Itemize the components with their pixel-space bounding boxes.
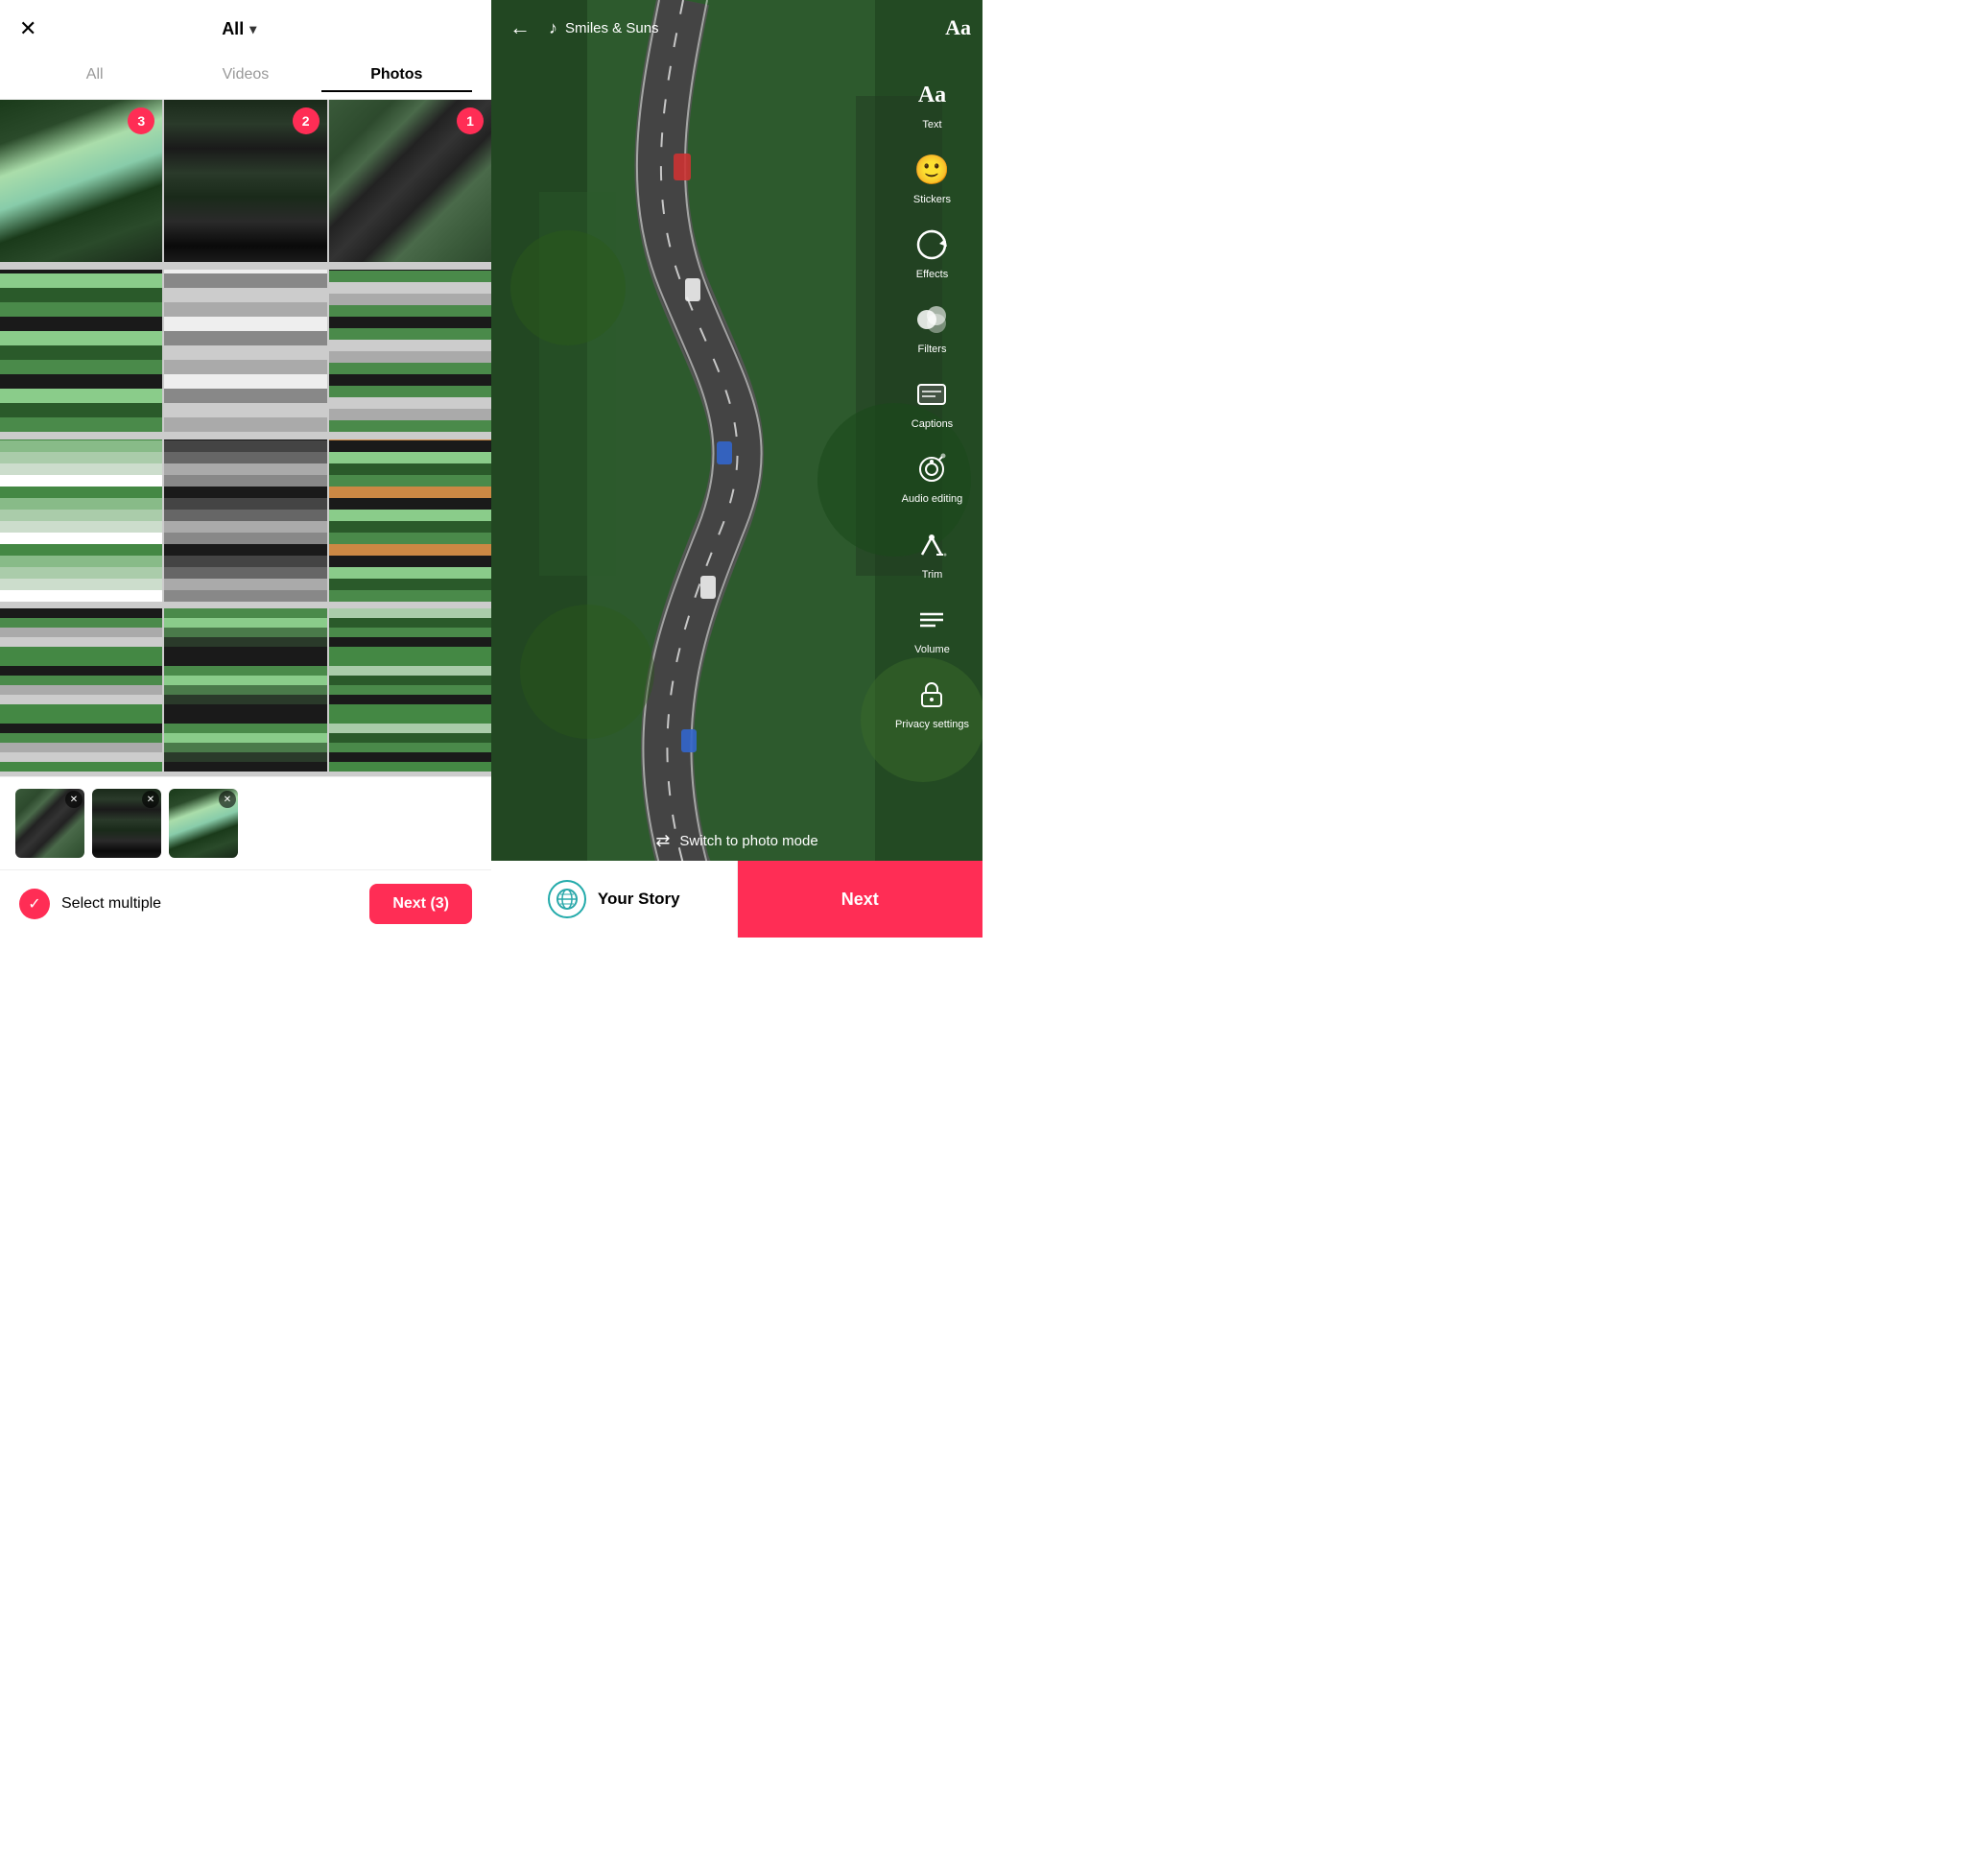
right-panel: ← ♪ Smiles & Suns Aa Aa Text 🙂 Stickers <box>491 0 982 938</box>
audio-editing-icon <box>911 449 952 489</box>
bottom-bar-left: ✓ Select multiple Next (3) <box>0 869 491 938</box>
trim-tool-label: Trim <box>922 569 943 581</box>
selected-thumb-road[interactable]: ✕ <box>15 789 84 858</box>
close-button[interactable]: ✕ <box>19 16 36 41</box>
music-bar[interactable]: ♪ Smiles & Suns <box>549 18 934 38</box>
media-cell-waterfall[interactable]: 3 <box>0 100 162 262</box>
text-tool-label: Text <box>922 119 941 131</box>
tab-all[interactable]: All <box>19 66 170 91</box>
volume-icon <box>911 600 952 640</box>
privacy-settings-tool-label: Privacy settings <box>895 719 969 730</box>
tab-photos[interactable]: Photos <box>321 66 472 91</box>
filter-label: All <box>222 19 244 39</box>
tool-privacy-settings[interactable]: Privacy settings <box>889 667 975 738</box>
chevron-down-icon: ▾ <box>249 21 256 37</box>
tool-captions[interactable]: Captions <box>906 367 959 438</box>
select-multiple-control[interactable]: ✓ Select multiple <box>19 889 161 919</box>
left-panel: ✕ All ▾ All Videos Photos 3 2 1 <box>0 0 491 938</box>
selected-thumb-waterfall[interactable]: ✕ <box>169 789 238 858</box>
tabs-row: All Videos Photos <box>0 58 491 100</box>
story-globe-icon <box>548 880 586 918</box>
captions-tool-label: Captions <box>911 418 953 430</box>
your-story-button[interactable]: Your Story <box>491 861 738 938</box>
tool-text[interactable]: Aa Text <box>906 67 958 138</box>
media-cell-11[interactable] <box>164 608 326 771</box>
filter-dropdown[interactable]: All ▾ <box>222 19 256 39</box>
media-cell-forest[interactable]: 2 <box>164 100 326 262</box>
selection-badge-1: 1 <box>457 107 484 134</box>
check-circle-icon: ✓ <box>19 889 50 919</box>
filters-tool-label: Filters <box>918 344 947 355</box>
media-cell-10[interactable] <box>0 608 162 771</box>
top-bar: ✕ All ▾ <box>0 0 491 58</box>
stickers-tool-label: Stickers <box>913 194 951 205</box>
switch-icon: ⇄ <box>655 831 670 851</box>
remove-road-button[interactable]: ✕ <box>65 791 83 808</box>
right-tools: Aa Text 🙂 Stickers Effects <box>889 67 975 738</box>
media-cell-7[interactable] <box>0 439 162 602</box>
volume-tool-label: Volume <box>914 644 950 655</box>
tab-videos[interactable]: Videos <box>170 66 320 91</box>
filters-icon <box>911 299 952 340</box>
music-icon: ♪ <box>549 18 557 38</box>
remove-waterfall-button[interactable]: ✕ <box>219 791 236 808</box>
music-title: Smiles & Suns <box>565 20 659 36</box>
tool-filters[interactable]: Filters <box>906 292 958 363</box>
selection-badge-2: 2 <box>293 107 320 134</box>
media-cell-9[interactable] <box>329 439 491 602</box>
remove-forest-button[interactable]: ✕ <box>142 791 159 808</box>
media-cell-6[interactable] <box>329 270 491 432</box>
tool-volume[interactable]: Volume <box>906 592 958 663</box>
audio-editing-tool-label: Audio editing <box>902 493 963 505</box>
effects-icon <box>911 225 952 265</box>
selected-bar: ✕ ✕ ✕ <box>0 776 491 869</box>
selection-badge-3: 3 <box>128 107 154 134</box>
media-cell-5[interactable] <box>164 270 326 432</box>
media-cell-road[interactable]: 1 <box>329 100 491 262</box>
next-button-left[interactable]: Next (3) <box>369 884 472 924</box>
tool-audio-editing[interactable]: Audio editing <box>896 441 969 512</box>
selected-thumb-forest[interactable]: ✕ <box>92 789 161 858</box>
your-story-label: Your Story <box>598 890 680 909</box>
tool-trim[interactable]: Trim <box>906 517 958 588</box>
tool-stickers[interactable]: 🙂 Stickers <box>906 142 958 213</box>
media-cell-12[interactable] <box>329 608 491 771</box>
trim-icon <box>911 525 952 565</box>
media-cell-8[interactable] <box>164 439 326 602</box>
effects-tool-label: Effects <box>916 269 948 280</box>
stickers-icon: 🙂 <box>911 150 952 190</box>
next-button-right[interactable]: Next <box>738 861 983 938</box>
back-button[interactable]: ← <box>503 15 537 40</box>
text-tool-button[interactable]: Aa <box>945 15 971 40</box>
media-cell-4[interactable] <box>0 270 162 432</box>
privacy-settings-icon <box>911 675 952 715</box>
bottom-actions: Your Story Next <box>491 861 982 938</box>
captions-icon <box>911 374 952 415</box>
switch-mode-bar[interactable]: ⇄ Switch to photo mode <box>491 831 982 851</box>
switch-mode-label: Switch to photo mode <box>679 833 817 849</box>
top-nav: ← ♪ Smiles & Suns Aa <box>491 0 982 56</box>
tool-effects[interactable]: Effects <box>906 217 958 288</box>
media-grid: 3 2 1 <box>0 100 491 776</box>
text-icon: Aa <box>911 75 952 115</box>
select-multiple-label: Select multiple <box>61 895 161 913</box>
